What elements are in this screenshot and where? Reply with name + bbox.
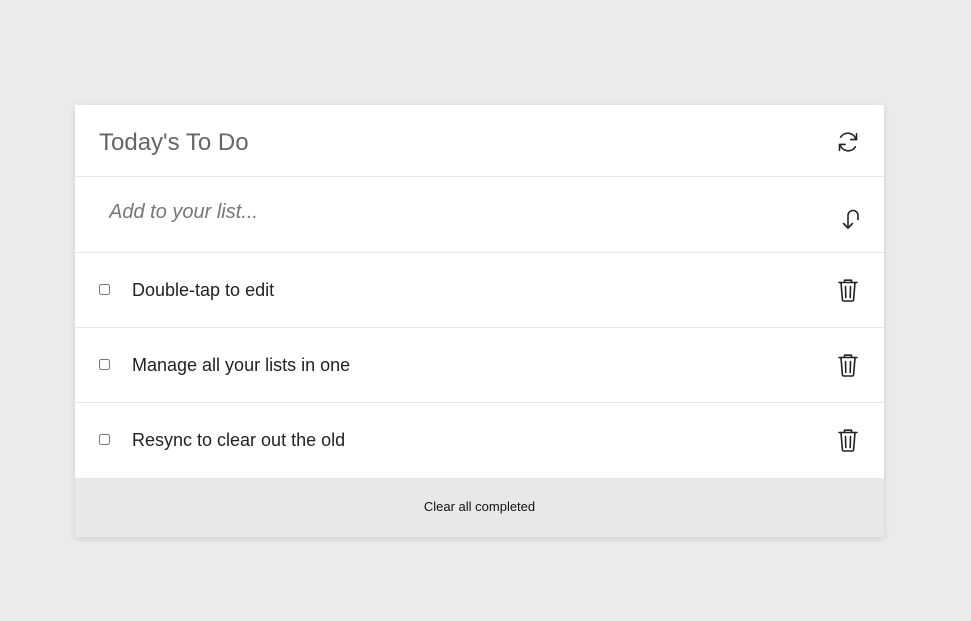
trash-icon xyxy=(838,279,858,302)
page-title: Today's To Do xyxy=(99,129,249,156)
list-item: Manage all your lists in one xyxy=(75,328,884,403)
trash-icon xyxy=(838,354,858,377)
item-checkbox[interactable] xyxy=(99,284,110,295)
delete-item-button[interactable] xyxy=(835,352,861,378)
todo-footer: Clear all completed xyxy=(75,478,884,537)
item-label[interactable]: Resync to clear out the old xyxy=(132,429,345,451)
delete-item-button[interactable] xyxy=(835,427,861,453)
add-submit-icon-wrap[interactable] xyxy=(835,205,861,231)
return-arrow-icon xyxy=(842,209,859,229)
todo-card: Today's To Do Double-tap to edit xyxy=(75,105,884,537)
item-label[interactable]: Double-tap to edit xyxy=(132,279,274,301)
sync-icon xyxy=(838,132,858,152)
list-item: Resync to clear out the old xyxy=(75,403,884,478)
todo-header: Today's To Do xyxy=(75,105,884,177)
clear-completed-button[interactable]: Clear all completed xyxy=(416,495,543,518)
delete-item-button[interactable] xyxy=(835,277,861,303)
item-checkbox[interactable] xyxy=(99,359,110,370)
item-checkbox[interactable] xyxy=(99,434,110,445)
trash-icon xyxy=(838,429,858,452)
add-item-input[interactable] xyxy=(99,195,809,229)
add-item-row xyxy=(75,177,884,253)
sync-button[interactable] xyxy=(835,129,861,155)
item-label[interactable]: Manage all your lists in one xyxy=(132,354,350,376)
list-item: Double-tap to edit xyxy=(75,253,884,328)
